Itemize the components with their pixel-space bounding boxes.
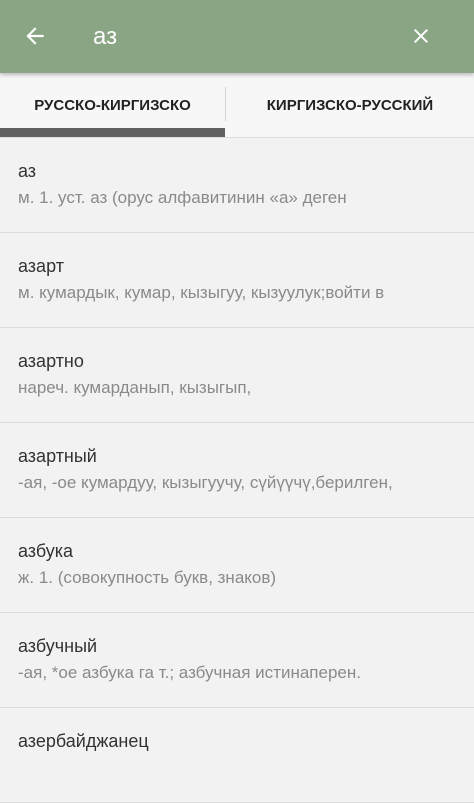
- arrow-left-icon: [26, 27, 44, 45]
- list-item[interactable]: азбучный -ая, *ое азбука га т.; азбучная…: [0, 613, 474, 708]
- entry-word: азарт: [18, 256, 64, 276]
- entry-definition: -ая, *ое азбука га т.; азбучная истинапе…: [18, 663, 361, 682]
- list-item[interactable]: азарт м. кумардык, кумар, кызыгуу, кызуу…: [0, 233, 474, 328]
- tab-label: КИРГИЗСКО-РУССКИЙ: [266, 96, 434, 114]
- clear-search-button[interactable]: [400, 15, 442, 57]
- entry-word: азартно: [18, 351, 84, 371]
- entry-definition: м. кумардык, кумар, кызыгуу, кызуулук;во…: [18, 283, 385, 302]
- entry-definition: нареч. кумарданып, кызыгып,: [18, 378, 252, 397]
- tab-kyrgyz-russian[interactable]: КИРГИЗСКО-РУССКИЙ: [226, 73, 474, 137]
- entry-definition: -ая, -ое кумардуу, кызыгуучу, сүйүүчү,бе…: [18, 473, 393, 492]
- list-item[interactable]: азбука ж. 1. (совокупность букв, знаков): [0, 518, 474, 613]
- search-input[interactable]: [93, 20, 373, 54]
- app-bar: [0, 0, 474, 73]
- list-item[interactable]: аз м. 1. уст. аз (орус алфавитинин «а» д…: [0, 138, 474, 233]
- selected-tab-indicator: [0, 128, 225, 137]
- entry-word: азбучный: [18, 636, 98, 656]
- list-item[interactable]: азербайджанец: [0, 708, 474, 803]
- list-item[interactable]: азартно нареч. кумарданып, кызыгып,: [0, 328, 474, 423]
- entry-word: азербайджанец: [18, 731, 149, 751]
- entry-word: азбука: [18, 541, 74, 561]
- entry-word: азартный: [18, 446, 97, 466]
- list-item[interactable]: азартный -ая, -ое кумардуу, кызыгуучу, с…: [0, 423, 474, 518]
- entry-definition: ж. 1. (совокупность букв, знаков): [18, 568, 277, 587]
- close-icon: [414, 29, 428, 43]
- results-list: аз м. 1. уст. аз (орус алфавитинин «а» д…: [0, 138, 474, 803]
- entry-definition: м. 1. уст. аз (орус алфавитинин «а» деге…: [18, 188, 347, 207]
- tab-bar: РУССКО-КИРГИЗСКО КИРГИЗСКО-РУССКИЙ: [0, 73, 474, 138]
- entry-word: аз: [18, 161, 37, 181]
- tab-label: РУССКО-КИРГИЗСКО: [34, 96, 191, 114]
- back-button[interactable]: [14, 15, 56, 57]
